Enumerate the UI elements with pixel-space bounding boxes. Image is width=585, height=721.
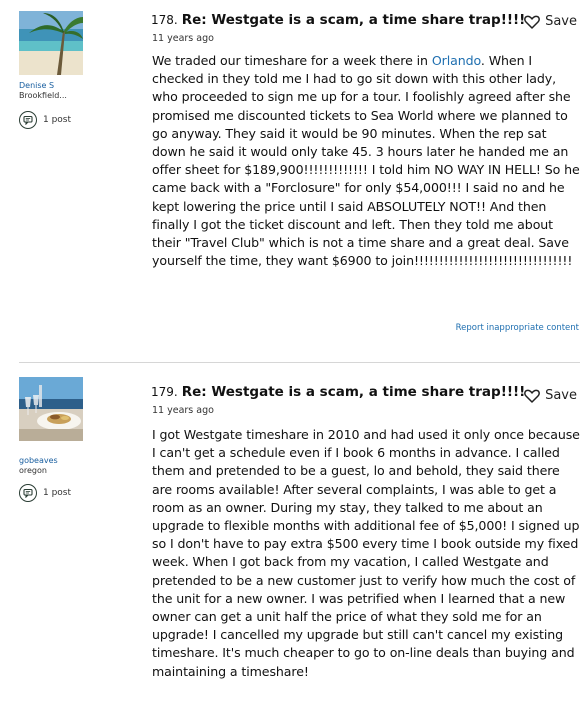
post-count-label: 1 post xyxy=(43,488,72,498)
chat-bubble-icon xyxy=(19,111,37,129)
post-body-text: . When I checked in they told me I had t… xyxy=(152,53,580,269)
post-number: 179. xyxy=(151,385,178,399)
post-timestamp: 11 years ago xyxy=(152,33,214,44)
save-label: Save xyxy=(545,388,577,403)
post-divider xyxy=(19,362,580,363)
post-count: 1 post xyxy=(19,484,71,502)
beach-photo xyxy=(19,11,83,75)
post-count: 1 post xyxy=(19,111,71,129)
avatar[interactable] xyxy=(19,377,83,441)
heart-icon xyxy=(524,389,540,403)
user-location: oregon xyxy=(19,466,47,475)
post-body: We traded our timeshare for a week there… xyxy=(152,52,580,270)
post-count-label: 1 post xyxy=(43,115,72,125)
save-button[interactable]: Save xyxy=(524,14,577,29)
post-title[interactable]: Re: Westgate is a scam, a time share tra… xyxy=(182,384,526,400)
post-body-text: We traded our timeshare for a week there… xyxy=(152,53,432,68)
post-number: 178. xyxy=(151,13,178,27)
username[interactable]: gobeaves xyxy=(19,456,58,466)
chat-bubble-icon xyxy=(19,484,37,502)
save-label: Save xyxy=(545,14,577,29)
username[interactable]: Denise S xyxy=(19,81,54,91)
save-button[interactable]: Save xyxy=(524,388,577,403)
post-title[interactable]: Re: Westgate is a scam, a time share tra… xyxy=(182,12,526,28)
post-title-row: 178. Re: Westgate is a scam, a time shar… xyxy=(151,12,575,28)
post-title-row: 179. Re: Westgate is a scam, a time shar… xyxy=(151,384,575,400)
report-link[interactable]: Report inappropriate content xyxy=(456,323,579,333)
avatar[interactable] xyxy=(19,11,83,75)
dining-photo xyxy=(19,377,83,441)
heart-icon xyxy=(524,15,540,29)
post-timestamp: 11 years ago xyxy=(152,405,214,416)
post-body: I got Westgate timeshare in 2010 and had… xyxy=(152,427,580,679)
user-location: Brookfield... xyxy=(19,91,67,100)
location-link[interactable]: Orlando xyxy=(432,53,481,68)
